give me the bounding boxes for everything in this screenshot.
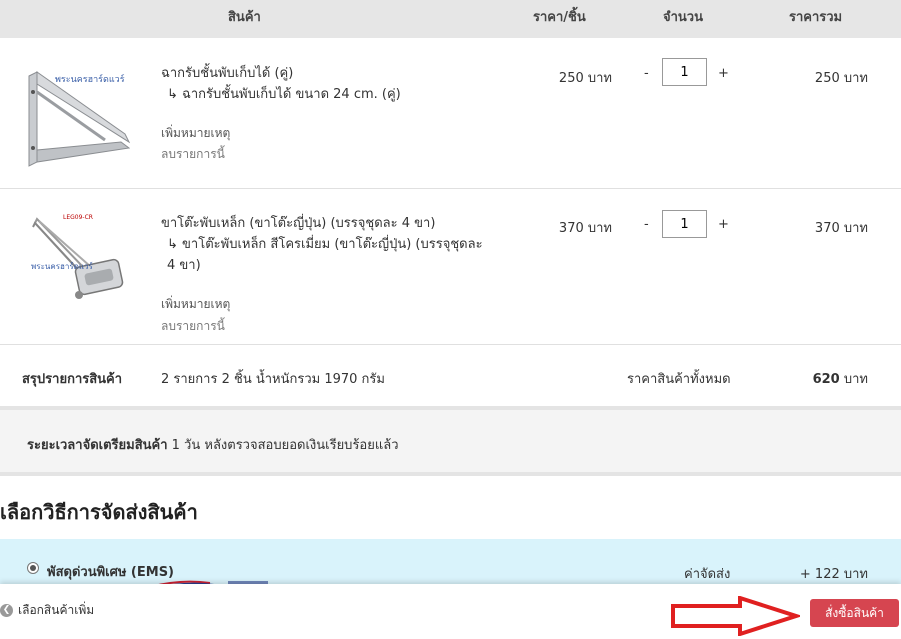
- item-price: 250 บาท: [558, 71, 612, 86]
- shipping-fee: + 122 บาท: [799, 567, 868, 582]
- image-watermark: พระนครฮาร์ดแวร์: [55, 73, 125, 85]
- cart-summary: สรุปรายการสินค้า 2 รายการ 2 ชิ้น น้ำหนัก…: [0, 345, 901, 408]
- product-image-shelf-bracket[interactable]: พระนครฮาร์ดแวร์: [25, 62, 130, 172]
- item-name[interactable]: ฉากรับชั้นพับเก็บได้ (คู่) ↳ ฉากรับชั้นพ…: [161, 63, 491, 105]
- checkout-footer: ❮ เลือกสินค้าเพิ่ม สั่งซื้อสินค้า: [0, 584, 901, 639]
- qty-increase-button[interactable]: +: [718, 217, 729, 232]
- item-variant: ↳ ขาโต๊ะพับเหล็ก สีโครเมี่ยม (ขาโต๊ะญี่ป…: [167, 237, 483, 273]
- item-total: 250 บาท: [814, 71, 868, 86]
- divider: [0, 472, 901, 476]
- preparation-time: ระยะเวลาจัดเตรียมสินค้า 1 วัน หลังตรวจสอ…: [0, 410, 901, 472]
- qty-input[interactable]: [662, 58, 707, 86]
- shipping-fee-label: ค่าจัดส่ง: [684, 567, 731, 582]
- header-price: ราคา/ชิ้น: [533, 10, 586, 25]
- qty-decrease-button[interactable]: -: [644, 217, 649, 232]
- cart-item: พระนครฮาร์ดแวร์ ฉากรับชั้นพับเก็บได้ (คู…: [0, 38, 901, 189]
- item-name[interactable]: ขาโต๊ะพับเหล็ก (ขาโต๊ะญี่ปุ่น) (บรรจุชุด…: [161, 213, 491, 276]
- summary-label: สรุปรายการสินค้า: [22, 372, 123, 387]
- remove-item-link[interactable]: ลบรายการนี้: [161, 317, 225, 336]
- continue-shopping-label: เลือกสินค้าเพิ่ม: [18, 603, 95, 617]
- image-watermark: พระนครฮาร์ดแวร์: [31, 261, 94, 271]
- qty-input[interactable]: [662, 210, 707, 238]
- red-arrow-annotation-icon: [671, 596, 800, 636]
- item-variant: ↳ ฉากรับชั้นพับเก็บได้ ขนาด 24 cm. (คู่): [167, 87, 401, 102]
- header-qty: จำนวน: [663, 10, 703, 25]
- product-image-folding-leg[interactable]: LEG09-CR พระนครฮาร์ดแวร์: [25, 209, 130, 319]
- cart-item: LEG09-CR พระนครฮาร์ดแวร์ ขาโต๊ะพับเหล็ก …: [0, 189, 901, 345]
- item-price: 370 บาท: [558, 221, 612, 236]
- header-total: ราคารวม: [789, 10, 843, 25]
- prep-label: ระยะเวลาจัดเตรียมสินค้า: [27, 438, 168, 453]
- prep-text: 1 วัน หลังตรวจสอบยอดเงินเรียบร้อยแล้ว: [171, 438, 399, 453]
- add-note-link[interactable]: เพิ่มหมายเหตุ: [161, 295, 230, 314]
- shipping-option-ems[interactable]: พัสดุด่วนพิเศษ (EMS) ค่าจัดส่ง + 122 บาท: [0, 539, 901, 589]
- qty-decrease-button[interactable]: -: [644, 66, 649, 81]
- header-product: สินค้า: [228, 10, 261, 25]
- chevron-left-icon: ❮: [0, 604, 13, 617]
- summary-total-label: ราคาสินค้าทั้งหมด: [627, 372, 731, 387]
- summary-detail: 2 รายการ 2 ชิ้น น้ำหนักรวม 1970 กรัม: [161, 372, 385, 387]
- remove-item-link[interactable]: ลบรายการนี้: [161, 145, 225, 164]
- shipping-radio[interactable]: [27, 562, 39, 574]
- place-order-button[interactable]: สั่งซื้อสินค้า: [810, 599, 899, 627]
- summary-total-unit: บาท: [843, 372, 868, 387]
- add-note-link[interactable]: เพิ่มหมายเหตุ: [161, 124, 230, 143]
- cart-table-header: สินค้า ราคา/ชิ้น จำนวน ราคารวม: [0, 0, 901, 38]
- image-code: LEG09-CR: [63, 214, 93, 221]
- qty-increase-button[interactable]: +: [718, 66, 729, 81]
- shipping-title: เลือกวิธีการจัดส่งสินค้า: [0, 500, 198, 524]
- continue-shopping-link[interactable]: ❮ เลือกสินค้าเพิ่ม: [0, 601, 94, 620]
- summary-total-value: 620: [812, 372, 840, 387]
- item-total: 370 บาท: [814, 221, 868, 236]
- summary-total: 620 บาท: [790, 368, 868, 389]
